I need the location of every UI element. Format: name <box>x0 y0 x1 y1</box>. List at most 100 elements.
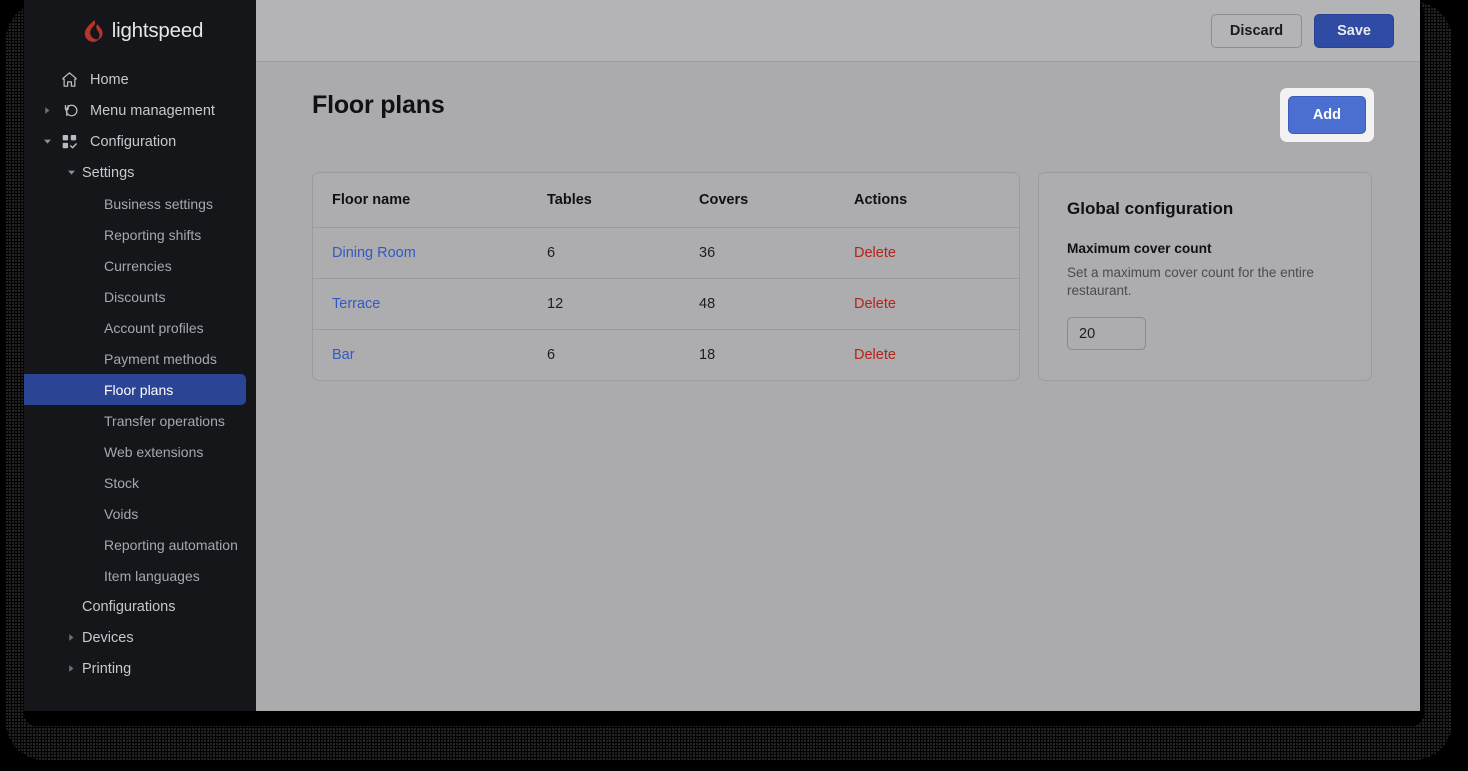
app-window: lightspeed Home Menu management Configurat… <box>24 0 1420 711</box>
chevron-right-icon[interactable] <box>36 106 58 115</box>
column-header-actions: Actions <box>854 173 1019 228</box>
sidebar-item-currencies[interactable]: Currencies <box>24 250 246 281</box>
sidebar-item-label: Payment methods <box>104 351 217 367</box>
sidebar-item-label: Transfer operations <box>104 413 225 429</box>
sidebar-item-settings[interactable]: Settings <box>24 157 246 188</box>
desktop-background: lightspeed Home Menu management Configurat… <box>0 0 1468 771</box>
page-title: Floor plans <box>312 88 445 122</box>
home-icon <box>58 71 80 88</box>
floor-plans-table: Floor name Tables Covers Actions Dining … <box>313 173 1019 380</box>
sidebar-item-home[interactable]: Home <box>24 64 246 95</box>
table-header: Floor name Tables Covers Actions <box>313 173 1019 228</box>
brand-logo[interactable]: lightspeed <box>24 0 256 62</box>
sidebar-item-label: Printing <box>82 661 131 677</box>
page-content: Floor plans Add Floor name Tables Co <box>256 62 1420 711</box>
add-floor-plan-button[interactable]: Add <box>1288 96 1366 134</box>
delete-floor-plan-link[interactable]: Delete <box>854 296 896 312</box>
sidebar-item-label: Web extensions <box>104 444 203 460</box>
chevron-down-icon[interactable] <box>36 137 58 146</box>
save-button[interactable]: Save <box>1314 14 1394 48</box>
maximum-cover-count-description: Set a maximum cover count for the entire… <box>1067 264 1343 300</box>
main-area: Discard Save Floor plans Add <box>256 0 1420 711</box>
cell-tables-count: 6 <box>547 330 699 381</box>
maximum-cover-count-input[interactable] <box>1067 317 1146 350</box>
floor-name-link[interactable]: Bar <box>332 347 355 363</box>
cell-covers-count: 18 <box>699 330 854 381</box>
sidebar-item-label: Voids <box>104 506 138 522</box>
sidebar-item-reporting-shifts[interactable]: Reporting shifts <box>24 219 246 250</box>
table-header-row: Floor name Tables Covers Actions <box>313 173 1019 228</box>
sidebar-item-configuration[interactable]: Configuration <box>24 126 246 157</box>
sidebar-item-label: Floor plans <box>104 382 173 398</box>
table-row: Dining Room 636Delete <box>313 228 1019 279</box>
maximum-cover-count-label: Maximum cover count <box>1067 241 1343 256</box>
cell-floor-name: Bar <box>313 330 547 381</box>
table-row: Bar 618Delete <box>313 330 1019 381</box>
lightspeed-flame-icon <box>83 19 105 43</box>
sidebar-item-discounts[interactable]: Discounts <box>24 281 246 312</box>
cell-actions: Delete <box>854 330 1019 381</box>
cell-floor-name: Dining Room <box>313 228 547 279</box>
delete-floor-plan-link[interactable]: Delete <box>854 347 896 363</box>
chevron-right-icon[interactable] <box>60 664 82 673</box>
cell-tables-count: 6 <box>547 228 699 279</box>
sidebar-item-devices[interactable]: Devices <box>24 622 246 653</box>
sidebar-item-configurations[interactable]: Configurations <box>24 591 246 622</box>
cell-covers-count: 36 <box>699 228 854 279</box>
floor-plans-table-card: Floor name Tables Covers Actions Dining … <box>312 172 1020 381</box>
column-header-tables: Tables <box>547 173 699 228</box>
sidebar-item-account-profiles[interactable]: Account profiles <box>24 312 246 343</box>
sidebar-item-printing[interactable]: Printing <box>24 653 246 684</box>
sidebar-item-label: Configurations <box>82 599 176 615</box>
sidebar-item-label: Reporting automation <box>104 537 238 553</box>
column-header-floor-name: Floor name <box>313 173 547 228</box>
column-header-covers: Covers <box>699 173 854 228</box>
top-action-bar: Discard Save <box>256 0 1420 62</box>
sidebar-item-label: Stock <box>104 475 139 491</box>
sidebar-item-label: Menu management <box>90 103 215 119</box>
sidebar-item-voids[interactable]: Voids <box>24 498 246 529</box>
cell-covers-count: 48 <box>699 279 854 330</box>
sidebar: lightspeed Home Menu management Configurat… <box>24 0 256 711</box>
discard-button[interactable]: Discard <box>1211 14 1302 48</box>
global-configuration-title: Global configuration <box>1067 199 1343 219</box>
sidebar-item-business-settings[interactable]: Business settings <box>24 188 246 219</box>
sidebar-item-label: Settings <box>82 165 134 181</box>
menu-management-icon <box>58 102 80 119</box>
sidebar-item-label: Configuration <box>90 134 176 150</box>
sidebar-item-payment-methods[interactable]: Payment methods <box>24 343 246 374</box>
chevron-down-icon[interactable] <box>60 168 82 177</box>
floor-name-link[interactable]: Dining Room <box>332 245 416 261</box>
sidebar-item-label: Devices <box>82 630 134 646</box>
delete-floor-plan-link[interactable]: Delete <box>854 245 896 261</box>
sidebar-item-item-languages[interactable]: Item languages <box>24 560 246 591</box>
sidebar-item-label: Currencies <box>104 258 172 274</box>
sidebar-item-label: Account profiles <box>104 320 204 336</box>
sidebar-item-label: Discounts <box>104 289 165 305</box>
cell-actions: Delete <box>854 279 1019 330</box>
brand-name: lightspeed <box>112 19 203 43</box>
sidebar-nav: Home Menu management Configuration Settings… <box>24 62 256 684</box>
table-body: Dining Room636DeleteTerrace1248DeleteBar… <box>313 228 1019 381</box>
sidebar-item-menu-management[interactable]: Menu management <box>24 95 246 126</box>
sidebar-item-transfer-operations[interactable]: Transfer operations <box>24 405 246 436</box>
cell-actions: Delete <box>854 228 1019 279</box>
cell-tables-count: 12 <box>547 279 699 330</box>
floor-name-link[interactable]: Terrace <box>332 296 380 312</box>
sidebar-item-label: Home <box>90 72 129 88</box>
table-row: Terrace 1248Delete <box>313 279 1019 330</box>
sidebar-item-label: Reporting shifts <box>104 227 201 243</box>
cell-floor-name: Terrace <box>313 279 547 330</box>
sidebar-item-floor-plans[interactable]: Floor plans <box>24 374 246 405</box>
chevron-right-icon[interactable] <box>60 633 82 642</box>
configuration-icon <box>58 133 80 150</box>
add-button-focus-ring: Add <box>1280 88 1374 142</box>
sidebar-item-stock[interactable]: Stock <box>24 467 246 498</box>
sidebar-item-reporting-automation[interactable]: Reporting automation <box>24 529 246 560</box>
global-configuration-card: Global configuration Maximum cover count… <box>1038 172 1372 381</box>
page-header: Floor plans Add <box>312 88 1374 144</box>
sidebar-item-web-extensions[interactable]: Web extensions <box>24 436 246 467</box>
sidebar-item-label: Business settings <box>104 196 213 212</box>
panels-row: Floor name Tables Covers Actions Dining … <box>312 172 1374 381</box>
sidebar-item-label: Item languages <box>104 568 200 584</box>
